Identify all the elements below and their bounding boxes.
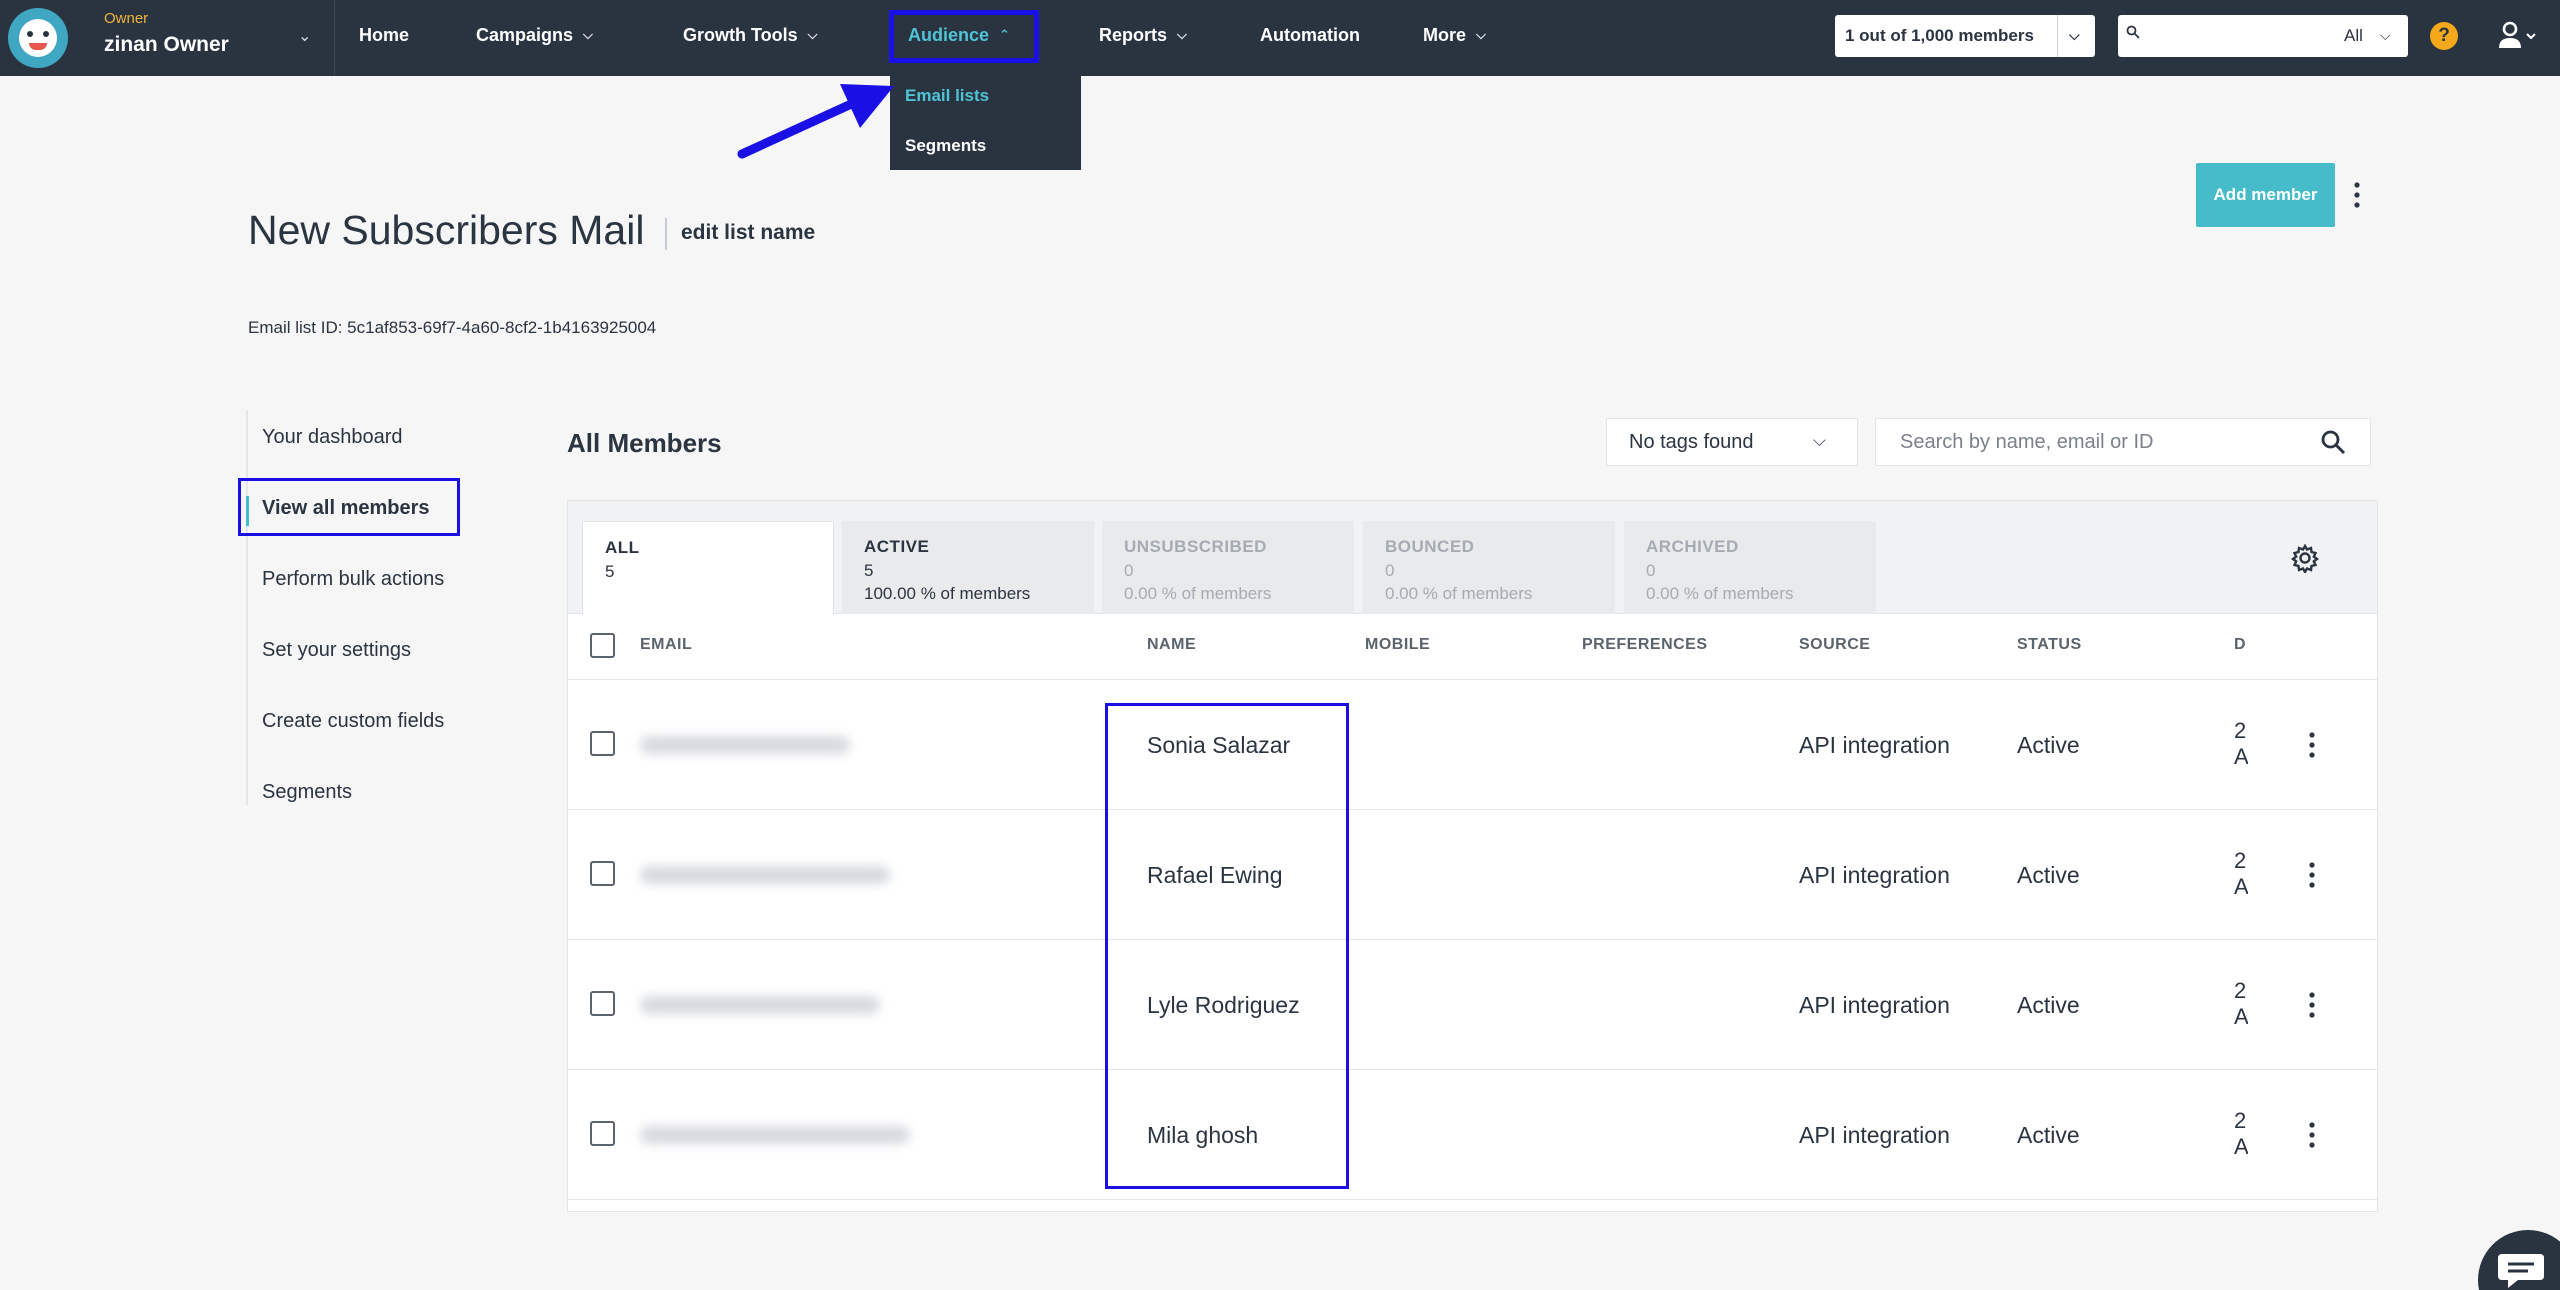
member-search-input[interactable] (1875, 418, 2371, 466)
email-redacted (640, 996, 880, 1014)
dropdown-segments[interactable]: Segments (905, 136, 986, 156)
annotation-highlight-names (1105, 703, 1349, 1189)
annotation-highlight-view-all (238, 478, 460, 536)
member-date: 2 A (2234, 848, 2248, 899)
email-redacted (640, 736, 850, 754)
add-member-button[interactable]: Add member (2196, 163, 2335, 227)
row-more-options-icon[interactable] (2302, 990, 2322, 1020)
chevron-down-icon[interactable]: ⌄ (298, 26, 311, 46)
tags-filter-label: No tags found (1629, 430, 1754, 453)
member-date: 2 A (2234, 718, 2248, 769)
member-date: 2 A (2234, 1108, 2248, 1159)
member-source: API integration (1799, 862, 1950, 888)
row-more-options-icon[interactable] (2302, 1120, 2322, 1150)
chevron-down-icon[interactable]: ⌵ (2380, 27, 2391, 44)
chevron-down-icon: ⌵ (1476, 27, 1486, 42)
nav-growth-tools[interactable]: Growth Tools ⌵ (683, 0, 818, 70)
side-item-dashboard[interactable]: Your dashboard (262, 426, 403, 449)
chevron-down-icon: ⌵ (1177, 27, 1187, 42)
annotation-arrow-icon (737, 84, 894, 159)
dropdown-email-lists[interactable]: Email lists (905, 86, 989, 106)
global-search[interactable]: All ⌵ (2118, 15, 2408, 57)
member-date: 2 A (2234, 978, 2248, 1029)
account-name: zinan Owner (104, 33, 229, 56)
gear-icon[interactable] (2290, 543, 2320, 573)
nav-more[interactable]: More ⌵ (1423, 0, 1486, 70)
tab-unsubscribed[interactable]: UNSUBSCRIBED 0 0.00 % of members (1102, 521, 1354, 614)
nav-home[interactable]: Home (359, 0, 409, 70)
row-more-options-icon[interactable] (2302, 860, 2322, 890)
table-divider (568, 1069, 2377, 1070)
help-icon[interactable]: ? (2430, 22, 2458, 50)
search-icon[interactable] (2320, 429, 2346, 455)
chevron-down-icon: ⌵ (807, 27, 818, 42)
audience-dropdown-menu: Email lists Segments (890, 76, 1081, 170)
row-more-options-icon[interactable] (2302, 730, 2322, 760)
table-divider (568, 809, 2377, 810)
search-icon (2126, 25, 2140, 39)
member-source: API integration (1799, 1122, 1950, 1148)
account-switcher[interactable]: Owner zinan Owner (104, 10, 324, 66)
edit-list-name-link[interactable]: edit list name (681, 221, 815, 245)
member-source: API integration (1799, 992, 1950, 1018)
nav-campaigns[interactable]: Campaigns ⌵ (476, 0, 593, 70)
chevron-down-icon: ⌵ (2069, 27, 2080, 43)
brand-logo-icon[interactable] (8, 8, 68, 68)
row-checkbox[interactable] (590, 861, 615, 886)
tab-all[interactable]: ALL 5 (582, 521, 834, 615)
column-date[interactable]: D (2234, 636, 2246, 654)
member-status: Active (2017, 1122, 2080, 1148)
table-divider (568, 679, 2377, 680)
nav-reports[interactable]: Reports ⌵ (1099, 0, 1187, 70)
user-icon[interactable] (2496, 20, 2536, 52)
tab-bounced[interactable]: BOUNCED 0 0.00 % of members (1363, 521, 1615, 614)
column-source[interactable]: SOURCE (1799, 636, 1870, 654)
section-title: All Members (567, 428, 722, 458)
column-status[interactable]: STATUS (2017, 636, 2082, 654)
member-status: Active (2017, 992, 2080, 1018)
status-tabs: ALL 5 ACTIVE 5 100.00 % of members UNSUB… (568, 501, 2377, 615)
chevron-down-icon: ⌵ (1813, 431, 1826, 450)
chevron-down-icon: ⌵ (583, 27, 593, 42)
account-role: Owner (104, 10, 149, 27)
top-navigation: Owner zinan Owner ⌄ Home Campaigns ⌵ Grow… (0, 0, 2560, 76)
chat-widget-icon[interactable] (2478, 1230, 2560, 1290)
member-source: API integration (1799, 732, 1950, 758)
more-options-icon[interactable] (2345, 180, 2369, 210)
email-list-id: Email list ID: 5c1af853-69f7-4a60-8cf2-1… (248, 318, 657, 337)
email-redacted (640, 866, 890, 884)
tags-filter-select[interactable]: No tags found ⌵ (1606, 418, 1858, 466)
title-divider (665, 218, 667, 250)
side-item-segments[interactable]: Segments (262, 781, 352, 804)
members-counter-select[interactable]: 1 out of 1,000 members ⌵ (1835, 15, 2095, 57)
members-counter-label: 1 out of 1,000 members (1845, 26, 2034, 45)
side-item-settings[interactable]: Set your settings (262, 639, 411, 662)
page-title: New Subscribers Mail (248, 207, 645, 253)
row-checkbox[interactable] (590, 731, 615, 756)
search-scope-label: All (2344, 26, 2363, 45)
members-table-panel: ALL 5 ACTIVE 5 100.00 % of members UNSUB… (567, 500, 2378, 1212)
member-status: Active (2017, 862, 2080, 888)
column-name[interactable]: NAME (1147, 636, 1196, 654)
annotation-highlight-audience (889, 10, 1039, 63)
tab-archived[interactable]: ARCHIVED 0 0.00 % of members (1624, 521, 1876, 614)
row-checkbox[interactable] (590, 1121, 615, 1146)
table-divider (568, 939, 2377, 940)
side-item-bulk-actions[interactable]: Perform bulk actions (262, 568, 444, 591)
column-preferences[interactable]: PREFERENCES (1582, 636, 1708, 654)
select-all-checkbox[interactable] (590, 633, 615, 658)
nav-automation[interactable]: Automation (1260, 0, 1360, 70)
column-mobile[interactable]: MOBILE (1365, 636, 1430, 654)
row-checkbox[interactable] (590, 991, 615, 1016)
tab-active[interactable]: ACTIVE 5 100.00 % of members (842, 521, 1094, 614)
table-divider (568, 1199, 2377, 1200)
member-status: Active (2017, 732, 2080, 758)
email-redacted (640, 1126, 910, 1144)
column-email[interactable]: EMAIL (640, 636, 692, 654)
nav-divider (334, 0, 335, 76)
side-item-custom-fields[interactable]: Create custom fields (262, 710, 444, 733)
side-menu: Your dashboard View all members Perform … (246, 410, 476, 805)
